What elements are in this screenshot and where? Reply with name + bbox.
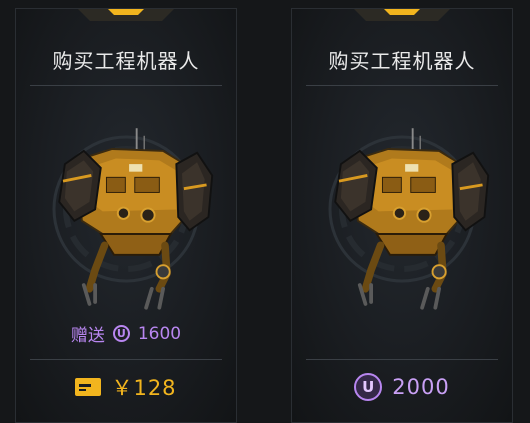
bonus-label: 赠送 [70, 326, 105, 346]
product-card-ucoin[interactable]: 购买工程机器人 U 2000 [291, 8, 513, 423]
price-text: 2000 [392, 375, 450, 399]
card-title: 购买工程机器人 [328, 49, 476, 73]
u-coin-icon: U [112, 325, 130, 342]
product-card-cash[interactable]: 购买工程机器人 赠送 U 1600 ￥128 [15, 8, 237, 423]
u-coin-icon: U [354, 373, 383, 401]
bonus-line: 赠送 U 1600 [16, 321, 236, 347]
engineer-robot-image [322, 117, 492, 317]
card-top-tab-icon [78, 9, 174, 21]
title-divider [30, 85, 222, 86]
price-divider [306, 359, 498, 360]
buy-button-cash[interactable]: ￥128 [16, 369, 236, 405]
bonus-amount: 1600 [137, 323, 182, 344]
price-divider [30, 359, 222, 360]
engineer-robot-image [46, 117, 216, 317]
title-divider [306, 85, 498, 86]
card-top-tab-icon [354, 9, 450, 21]
card-title: 购买工程机器人 [52, 49, 200, 73]
payment-card-icon [75, 378, 102, 396]
robot-shop-screen: 购买工程机器人 赠送 U 1600 ￥128 购买工程机器人 U 2000 [0, 0, 530, 423]
price-text: ￥128 [111, 376, 177, 400]
buy-button-ucoin[interactable]: U 2000 [292, 369, 512, 405]
